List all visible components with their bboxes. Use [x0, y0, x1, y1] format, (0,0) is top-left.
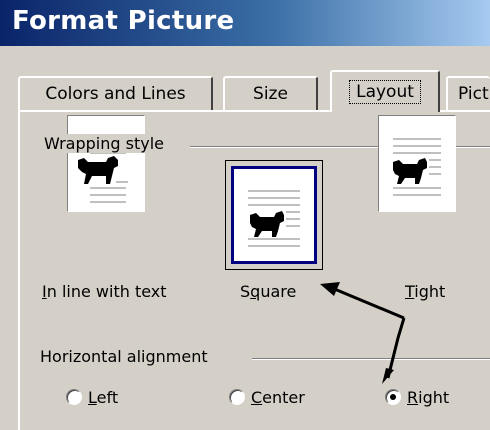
tab-strip: Colors and Lines Size Layout Pict	[0, 46, 490, 112]
tab-label: Layout	[349, 80, 421, 104]
tab-layout[interactable]: Layout	[330, 70, 440, 112]
layout-panel	[18, 110, 490, 430]
tab-label: Size	[253, 84, 288, 104]
window-title: Format Picture	[12, 6, 235, 36]
wrapping-style-label: Wrapping style	[44, 134, 170, 153]
tab-picture[interactable]: Pict	[446, 76, 490, 110]
tab-size[interactable]: Size	[223, 76, 318, 110]
tab-colors-and-lines[interactable]: Colors and Lines	[18, 76, 213, 110]
tab-label: Colors and Lines	[45, 84, 186, 104]
tab-label: Pict	[458, 84, 489, 104]
title-bar[interactable]: Format Picture	[0, 0, 490, 46]
